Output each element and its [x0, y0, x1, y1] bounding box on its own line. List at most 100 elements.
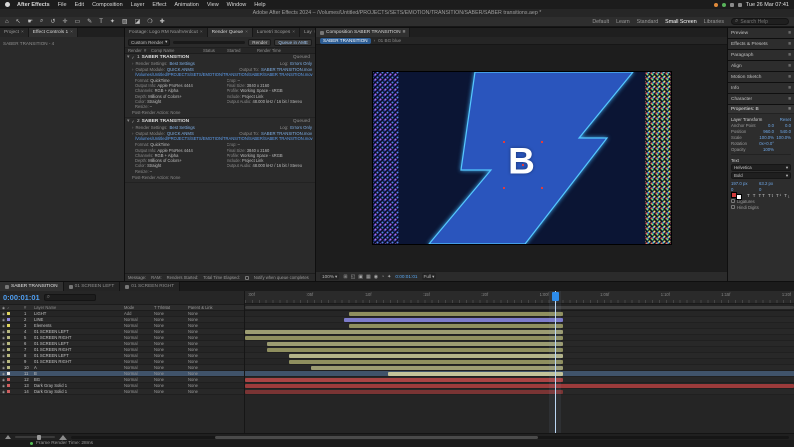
parent-link-select[interactable]: None — [188, 335, 244, 340]
workspace-tab[interactable]: Small Screen — [665, 19, 697, 25]
checkbox-icon[interactable] — [731, 205, 735, 209]
blend-mode-select[interactable]: Normal — [124, 377, 154, 382]
blend-mode-select[interactable]: Normal — [124, 335, 154, 340]
panel-tab[interactable]: Lumetri Scopes× — [253, 28, 300, 37]
parent-link-select[interactable]: None — [188, 365, 244, 370]
comp-navigator-secondary[interactable]: 01 BG blue — [378, 38, 401, 43]
render-queue-item[interactable]: ▾ ✓ 2 SABER TRANSITION Queued › Render S… — [125, 118, 315, 182]
layer-duration-bar[interactable] — [388, 372, 564, 376]
track-matte-select[interactable]: None — [154, 383, 188, 388]
timeline-track-area[interactable]: :00f:05f:10f:15f:20f1:00f1:05f1:10f1:15f… — [245, 291, 794, 433]
render-item-checkbox[interactable]: ✓ — [131, 55, 135, 60]
panel-menu-icon[interactable]: ≡ — [403, 30, 406, 35]
layer-name[interactable]: 01 SCREEN LEFT — [34, 353, 124, 358]
collapsed-panel-header[interactable]: Motion Sketch ≡ — [728, 72, 794, 82]
layer-label-color[interactable] — [7, 348, 11, 352]
layer-label-color[interactable] — [7, 324, 11, 328]
font-family-select[interactable]: Helvetica ▾ — [731, 164, 791, 171]
layer-visibility-toggle[interactable]: ◉ — [2, 354, 5, 358]
blend-mode-select[interactable]: Normal — [124, 329, 154, 334]
layer-duration-bar[interactable] — [267, 348, 563, 352]
blend-mode-select[interactable]: Normal — [124, 371, 154, 376]
queue-in-ame-button[interactable]: Queue in AME — [274, 39, 312, 46]
tool-button[interactable]: ❍ — [147, 18, 152, 25]
tool-button[interactable]: ⌂ — [5, 19, 9, 25]
blend-mode-select[interactable]: Normal — [124, 317, 154, 322]
selection-handle[interactable] — [503, 141, 505, 143]
blend-mode-select[interactable]: Normal — [124, 353, 154, 358]
layer-name[interactable]: LIGHT — [34, 311, 124, 316]
work-area-range[interactable] — [245, 306, 794, 309]
menu-item[interactable]: Effect — [148, 2, 170, 8]
resolution-select[interactable]: Full ▾ — [422, 273, 437, 280]
parent-link-select[interactable]: None — [188, 389, 244, 394]
timeline-zoom-slider[interactable] — [15, 436, 55, 438]
render-queue-item[interactable]: ▾ ✓ 1 SABER TRANSITION Queued › Render S… — [125, 54, 315, 118]
control-center-icon[interactable] — [738, 3, 742, 7]
parent-link-select[interactable]: None — [188, 323, 244, 328]
comp-timecode[interactable]: 0:00:01:01 — [395, 274, 417, 279]
scrollbar-thumb[interactable] — [215, 436, 538, 439]
layer-label-color[interactable] — [7, 360, 11, 364]
close-icon[interactable]: × — [70, 30, 73, 35]
selection-handle[interactable] — [541, 187, 543, 189]
font-size-field[interactable]: 197.0 px — [731, 181, 757, 186]
layer-duration-bar[interactable] — [289, 360, 564, 364]
panel-tab[interactable]: Footage: Logo RM NoahVerdcut× — [125, 28, 208, 37]
cti-playhead-handle[interactable] — [552, 292, 559, 301]
track-matte-select[interactable]: None — [154, 347, 188, 352]
search-help-input[interactable] — [740, 19, 785, 25]
search-help-box[interactable]: ⌕ — [731, 18, 789, 25]
menu-bar-clock[interactable]: Tue 26 Mar 07:41 — [746, 2, 789, 8]
notify-checkbox[interactable] — [245, 276, 249, 280]
track-matte-select[interactable]: None — [154, 365, 188, 370]
expand-icon[interactable]: › — [132, 131, 133, 136]
blend-mode-select[interactable]: Add — [124, 311, 154, 316]
viewer-icon[interactable]: ▣ — [358, 274, 363, 280]
layer-visibility-toggle[interactable]: ◉ — [2, 312, 5, 316]
track-matte-select[interactable]: None — [154, 323, 188, 328]
layer-visibility-toggle[interactable]: ◉ — [2, 384, 5, 388]
timeline-comp-tab[interactable]: 01 SCREEN LEFT — [64, 282, 121, 291]
zoom-out-mountain-icon[interactable] — [5, 435, 11, 439]
layer-duration-bar[interactable] — [245, 336, 563, 340]
menu-item[interactable]: Window — [223, 2, 251, 8]
layer-name[interactable]: Dark Gray Solid 1 — [34, 389, 124, 394]
panel-tab[interactable]: Lay× — [300, 28, 315, 37]
tool-button[interactable]: ↖ — [16, 18, 21, 25]
time-ruler[interactable]: :00f:05f:10f:15f:20f1:00f1:05f1:10f1:15f… — [245, 291, 794, 304]
parent-link-select[interactable]: None — [188, 341, 244, 346]
tool-button[interactable]: ✎ — [87, 18, 92, 25]
layer-visibility-toggle[interactable]: ◉ — [2, 378, 5, 382]
collapsed-panel-header[interactable]: Info ≡ — [728, 83, 794, 93]
layer-visibility-toggle[interactable]: ◉ — [2, 390, 5, 394]
blend-mode-select[interactable]: Normal — [124, 347, 154, 352]
close-icon[interactable]: × — [314, 30, 315, 35]
track-matte-select[interactable]: None — [154, 377, 188, 382]
layer-duration-bar[interactable] — [245, 378, 563, 382]
kerning-field[interactable]: 0 — [759, 187, 785, 192]
parent-link-select[interactable]: None — [188, 311, 244, 316]
workspace-tab[interactable]: Standard — [637, 19, 659, 25]
collapse-caret-icon[interactable]: ▾ — [127, 55, 129, 60]
parent-link-select[interactable]: None — [188, 317, 244, 322]
track-matte-select[interactable]: None — [154, 353, 188, 358]
reset-button[interactable]: Reset — [780, 117, 791, 122]
track-matte-select[interactable]: None — [154, 389, 188, 394]
current-time-display[interactable]: 0:00:01:01 — [3, 293, 40, 302]
zoom-in-mountain-icon[interactable] — [59, 435, 67, 440]
track-matte-select[interactable]: None — [154, 371, 188, 376]
anchor-point-handle[interactable] — [522, 164, 524, 166]
layer-name[interactable]: LINE — [34, 317, 124, 322]
layer-visibility-toggle[interactable]: ◉ — [2, 372, 5, 376]
expand-icon[interactable]: › — [132, 125, 133, 130]
panel-menu-icon[interactable]: ≡ — [788, 64, 791, 69]
collapsed-panel-header[interactable]: Preview ≡ — [728, 28, 794, 38]
layer-name[interactable]: A — [34, 365, 124, 370]
mode-column-header[interactable]: Mode — [124, 305, 154, 310]
render-button[interactable]: Render — [248, 39, 271, 46]
panel-menu-icon[interactable]: ≡ — [788, 97, 791, 102]
layer-duration-bar[interactable] — [289, 354, 564, 358]
close-icon[interactable]: × — [292, 30, 295, 35]
menu-item[interactable]: Help — [250, 2, 269, 8]
